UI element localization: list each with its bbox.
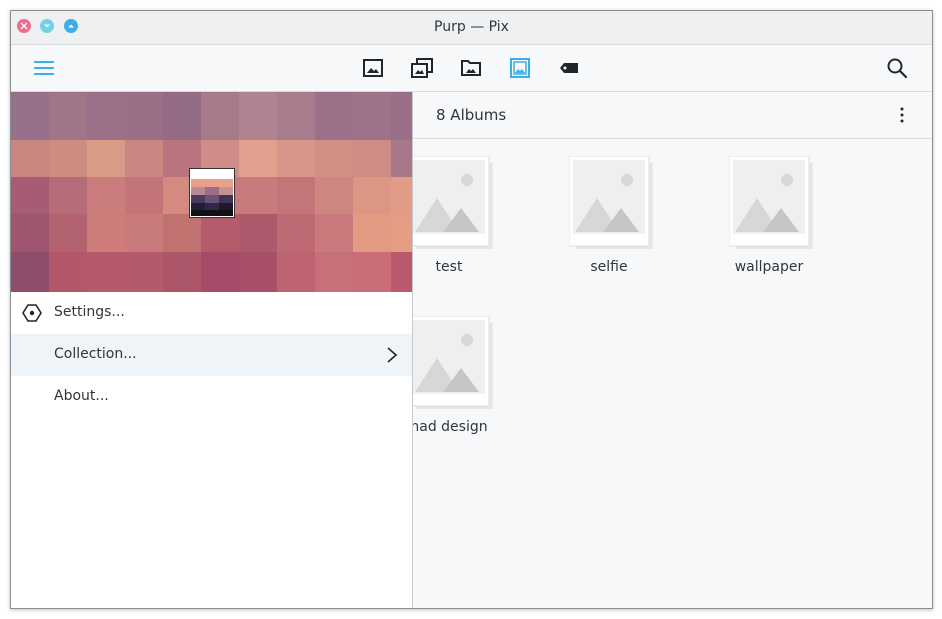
main-toolbar <box>11 45 932 92</box>
settings-icon <box>22 304 42 322</box>
main-area: 8 Albums test selfie wallpaper nad desig… <box>11 92 932 608</box>
album-thumbnail-icon <box>729 156 813 249</box>
search-icon <box>887 58 908 79</box>
album-thumbnail-icon <box>409 316 493 409</box>
picture-frame-icon <box>510 58 530 78</box>
settings-menu-label: Settings... <box>54 304 125 320</box>
collection-menu-label: Collection... <box>54 346 137 362</box>
about-menu-label: About... <box>54 388 109 404</box>
albums-icon <box>411 58 433 78</box>
window-title: Purp — Pix <box>434 19 509 35</box>
albums-count-title: 8 Albums <box>436 106 507 124</box>
gallery-view-button[interactable] <box>361 56 385 80</box>
album-thumbnail-icon <box>409 156 493 249</box>
hamburger-menu-icon <box>34 61 54 75</box>
more-options-button[interactable] <box>894 106 910 124</box>
folders-view-button[interactable] <box>459 56 483 80</box>
settings-menu-item[interactable]: Settings... <box>11 292 412 334</box>
collection-menu-item[interactable]: Collection... <box>11 334 412 376</box>
menu-button[interactable] <box>32 56 56 80</box>
albums-view-button[interactable] <box>410 56 434 80</box>
titlebar: Purp — Pix <box>11 11 932 45</box>
albums-view: 8 Albums test selfie wallpaper nad desig… <box>409 92 932 608</box>
search-button[interactable] <box>885 56 909 80</box>
tag-icon <box>560 63 578 73</box>
folder-image-icon <box>461 60 481 76</box>
album-label: wallpaper <box>734 259 804 275</box>
album-item[interactable]: wallpaper <box>709 140 829 290</box>
content-header: 8 Albums <box>412 92 932 139</box>
about-menu-item[interactable]: About... <box>11 376 412 418</box>
chevron-right-icon <box>387 347 398 363</box>
album-thumbnail-icon <box>569 156 653 249</box>
navigation-drawer: Settings... Collection... About... <box>11 92 413 608</box>
app-window: Purp — Pix 8 Albums test selfie wallpape… <box>10 10 933 609</box>
tags-view-button[interactable] <box>557 56 581 80</box>
collection-avatar <box>190 169 234 217</box>
more-vertical-icon <box>900 107 904 123</box>
image-icon <box>363 59 383 77</box>
drawer-header-background <box>11 92 412 292</box>
viewer-view-button[interactable] <box>508 56 532 80</box>
album-item[interactable]: selfie <box>549 140 669 290</box>
album-label: selfie <box>590 259 628 275</box>
